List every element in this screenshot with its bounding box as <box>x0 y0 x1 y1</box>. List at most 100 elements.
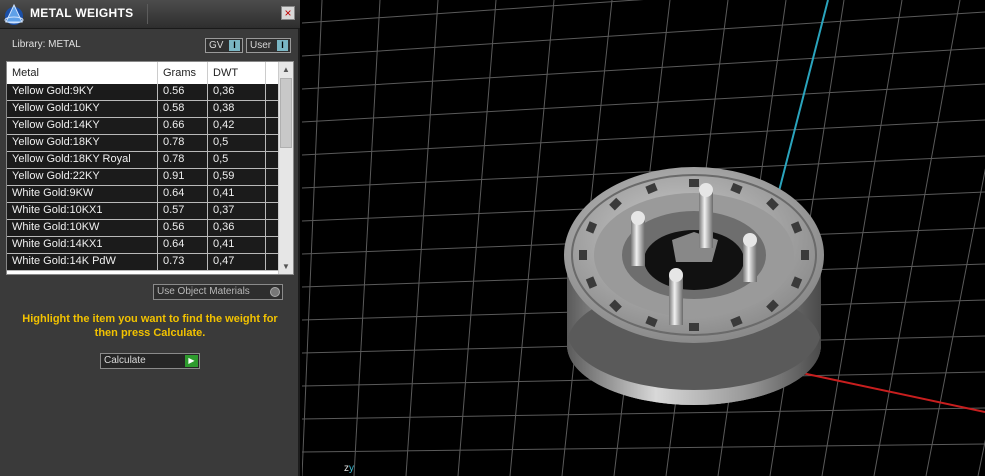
play-arrow-icon[interactable]: ▶ <box>185 355 198 367</box>
cell-dwt: 0,41 <box>208 186 266 202</box>
table-row[interactable]: White Gold:10KX1 0.57 0,37 <box>7 203 279 220</box>
grid-line <box>821 0 903 476</box>
table-scrollbar[interactable]: ▲ ▼ <box>278 62 293 274</box>
instruction-text: Highlight the item you want to find the … <box>22 313 278 339</box>
cell-grams: 0.64 <box>158 237 208 253</box>
3d-viewport[interactable]: zy <box>302 0 985 476</box>
cell-grams: 0.58 <box>158 101 208 117</box>
table-row[interactable]: Yellow Gold:14KY 0.66 0,42 <box>7 118 279 135</box>
cell-metal: Yellow Gold:18KY <box>7 135 158 151</box>
column-header-grams[interactable]: Grams <box>158 62 208 84</box>
cell-dwt: 0,41 <box>208 237 266 253</box>
grid-line <box>302 11 985 57</box>
grid-line <box>925 168 985 476</box>
cell-metal: Yellow Gold:9KY <box>7 84 158 100</box>
column-header-dwt[interactable]: DWT <box>208 62 266 84</box>
grid-line <box>457 0 497 476</box>
ring-notch <box>579 250 587 260</box>
cell-metal: Yellow Gold:14KY <box>7 118 158 134</box>
cell-metal: White Gold:10KX1 <box>7 203 158 219</box>
grid-line <box>509 0 555 476</box>
viewport-canvas[interactable] <box>302 0 985 476</box>
table-row[interactable]: Yellow Gold:10KY 0.58 0,38 <box>7 101 279 118</box>
cell-metal: White Gold:14KX1 <box>7 237 158 253</box>
calculate-label: Calculate <box>104 355 146 366</box>
prong <box>631 211 645 266</box>
scrollbar-thumb[interactable] <box>280 78 292 148</box>
grid-line <box>302 0 323 476</box>
ring-notch <box>689 179 699 187</box>
cell-dwt: 0,36 <box>208 220 266 236</box>
column-header-metal[interactable]: Metal <box>7 62 158 84</box>
radio-icon[interactable] <box>270 287 280 297</box>
cell-grams: 0.57 <box>158 203 208 219</box>
use-object-materials-option[interactable]: Use Object Materials <box>153 284 283 300</box>
cell-grams: 0.78 <box>158 135 208 151</box>
cell-dwt: 0,5 <box>208 135 266 151</box>
table-row[interactable]: Yellow Gold:22KY 0.91 0,59 <box>7 169 279 186</box>
cell-dwt: 0,38 <box>208 101 266 117</box>
cell-dwt: 0,42 <box>208 118 266 134</box>
prong <box>669 268 683 325</box>
close-icon[interactable]: × <box>284 6 291 20</box>
user-toggle-label: User <box>250 40 272 51</box>
scroll-up-icon[interactable]: ▲ <box>279 63 293 77</box>
calculate-button[interactable]: Calculate ▶ <box>100 353 200 369</box>
grid-line <box>302 0 644 24</box>
table-header: Metal Grams DWT <box>7 62 279 84</box>
cell-dwt: 0,5 <box>208 152 266 168</box>
table-row[interactable]: Yellow Gold:18KY 0.78 0,5 <box>7 135 279 152</box>
gv-toggle-label: GV <box>209 40 224 51</box>
table-row[interactable]: White Gold:9KW 0.64 0,41 <box>7 186 279 203</box>
prong <box>743 233 757 282</box>
ring-notch <box>801 250 809 260</box>
grid-line <box>405 0 439 476</box>
table-row[interactable]: White Gold:14K PdW 0.73 0,47 <box>7 254 279 271</box>
titlebar-divider <box>147 4 148 24</box>
cell-metal: White Gold:14K PdW <box>7 254 158 270</box>
table-row[interactable]: White Gold:14KX1 0.64 0,41 <box>7 237 279 254</box>
toggle-switch-icon[interactable]: I <box>277 40 288 51</box>
axis-indicator: zy <box>344 463 354 474</box>
toggle-switch-icon[interactable]: I <box>229 40 240 51</box>
cell-dwt: 0,59 <box>208 169 266 185</box>
cell-grams: 0.78 <box>158 152 208 168</box>
metal-table: Metal Grams DWT Yellow Gold:9KY 0.56 0,36 Y… <box>6 61 294 275</box>
grid-line <box>302 119 985 156</box>
close-button[interactable]: × <box>281 6 295 20</box>
cell-dwt: 0,47 <box>208 254 266 270</box>
grid-line <box>302 407 985 420</box>
cell-metal: White Gold:9KW <box>7 186 158 202</box>
table-row[interactable]: Yellow Gold:18KY Royal 0.78 0,5 <box>7 152 279 169</box>
grid-line <box>353 0 381 476</box>
use-object-materials-label: Use Object Materials <box>157 286 250 297</box>
cell-grams: 0.64 <box>158 186 208 202</box>
gv-toggle[interactable]: GV I <box>205 38 243 53</box>
scroll-down-icon[interactable]: ▼ <box>279 260 293 274</box>
axis-y-label: y <box>349 463 354 474</box>
cell-metal: Yellow Gold:10KY <box>7 101 158 117</box>
ring-notch <box>689 323 699 331</box>
cell-metal: White Gold:10KW <box>7 220 158 236</box>
cell-grams: 0.56 <box>158 84 208 100</box>
cell-dwt: 0,36 <box>208 84 266 100</box>
user-toggle[interactable]: User I <box>246 38 291 53</box>
cell-metal: Yellow Gold:22KY <box>7 169 158 185</box>
cell-grams: 0.73 <box>158 254 208 270</box>
cell-grams: 0.66 <box>158 118 208 134</box>
table-body: Yellow Gold:9KY 0.56 0,36 Yellow Gold:10KY 0… <box>7 84 279 271</box>
grid-line <box>302 47 985 90</box>
cell-metal: Yellow Gold:18KY Royal <box>7 152 158 168</box>
table-row[interactable]: White Gold:10KW 0.56 0,36 <box>7 220 279 237</box>
ring-model[interactable] <box>564 167 824 405</box>
grid-line <box>977 439 985 476</box>
metal-weights-panel: METAL WEIGHTS × Library: METAL GV I User… <box>0 0 300 476</box>
grid-line <box>302 443 985 453</box>
panel-titlebar: METAL WEIGHTS × <box>0 0 300 29</box>
app-logo-icon <box>4 3 24 25</box>
cell-dwt: 0,37 <box>208 203 266 219</box>
table-row[interactable]: Yellow Gold:9KY 0.56 0,36 <box>7 84 279 101</box>
cell-grams: 0.91 <box>158 169 208 185</box>
library-label: Library: METAL <box>12 39 81 50</box>
y-axis-line <box>777 0 829 196</box>
